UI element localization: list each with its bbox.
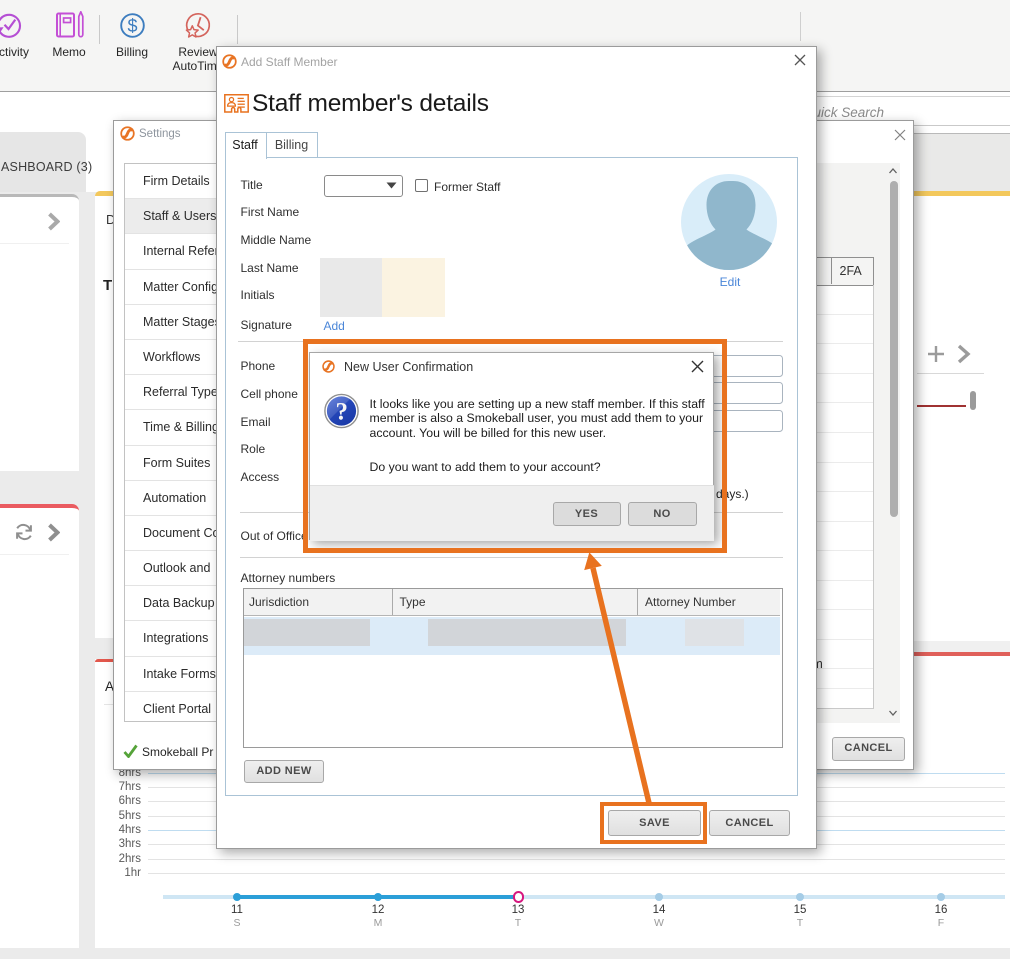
svg-text:$: $ (127, 16, 137, 36)
